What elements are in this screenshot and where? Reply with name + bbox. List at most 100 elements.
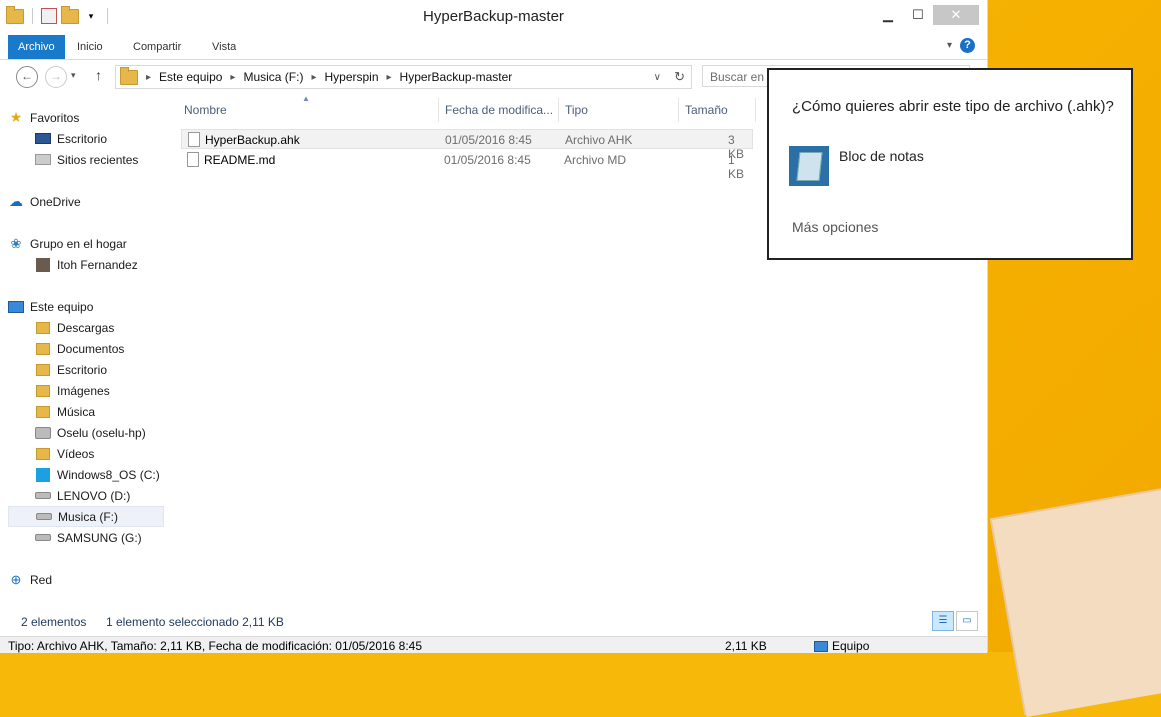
sidebar-item-escritorio[interactable]: Escritorio xyxy=(35,128,163,149)
sidebar-item-label: Musica (F:) xyxy=(58,509,118,524)
ribbon-controls: ▾ ? xyxy=(947,38,975,53)
large-icons-view-button[interactable]: ▭ xyxy=(956,611,978,631)
music-folder-icon xyxy=(35,405,51,419)
sidebar-item-musica[interactable]: Música xyxy=(35,401,163,422)
sidebar-item-label: Este equipo xyxy=(30,299,94,314)
sidebar-item-label: Red xyxy=(30,572,53,587)
column-divider[interactable] xyxy=(755,98,756,122)
notepad-icon xyxy=(789,146,829,186)
file-name: README.md xyxy=(204,153,276,167)
open-with-question: ¿Cómo quieres abrir este tipo de archivo… xyxy=(792,98,1114,115)
tab-vista[interactable]: Vista xyxy=(202,35,246,59)
file-size-text: 2,11 KB xyxy=(725,639,767,653)
chevron-right-icon[interactable]: ▸ xyxy=(311,72,316,83)
cloud-icon: ☁ xyxy=(9,193,23,209)
close-button[interactable]: ✕ xyxy=(933,5,979,25)
window-controls: ▁ ☐ ✕ xyxy=(873,5,979,25)
sidebar-item-grupo-hogar[interactable]: ❀ Grupo en el hogar xyxy=(8,233,163,254)
sidebar-item-descargas[interactable]: Descargas xyxy=(35,317,163,338)
file-icon xyxy=(187,152,199,167)
desktop-icon xyxy=(35,132,51,146)
address-bar[interactable]: ▸ Este equipo ▸ Musica (F:) ▸ Hyperspin … xyxy=(115,65,692,89)
tab-inicio[interactable]: Inicio xyxy=(67,35,113,59)
sidebar-item-drive-c[interactable]: Windows8_OS (C:) xyxy=(35,464,163,485)
app-option-notepad[interactable]: Bloc de notas xyxy=(789,146,924,186)
sidebar-item-label: Escritorio xyxy=(57,131,108,146)
sidebar-item-imagenes[interactable]: Imágenes xyxy=(35,380,163,401)
ribbon-tabs: Archivo Inicio Compartir Vista ▾ ? xyxy=(0,35,987,60)
sidebar-item-drive-d[interactable]: LENOVO (D:) xyxy=(35,485,163,506)
drive-icon xyxy=(35,489,51,503)
sidebar-item-escritorio-pc[interactable]: Escritorio xyxy=(35,359,163,380)
computer-icon xyxy=(8,300,24,314)
expand-ribbon-icon[interactable]: ▾ xyxy=(947,40,952,51)
sidebar-item-videos[interactable]: Vídeos xyxy=(35,443,163,464)
location-label: Equipo xyxy=(832,639,870,653)
breadcrumb-hyperbackup-master[interactable]: HyperBackup-master xyxy=(400,70,513,84)
user-avatar-icon xyxy=(35,257,51,272)
item-count: 2 elementos xyxy=(21,615,87,629)
sidebar-item-label: Descargas xyxy=(57,320,115,335)
table-row[interactable]: README.md 01/05/2016 8:45 Archivo MD 1 K… xyxy=(181,150,753,181)
file-date: 01/05/2016 8:45 xyxy=(444,153,531,167)
sidebar-item-label: Favoritos xyxy=(30,110,80,125)
back-button[interactable]: ← xyxy=(16,66,38,88)
desktop-paper-decoration xyxy=(992,481,1161,717)
sidebar-item-sitios-recientes[interactable]: Sitios recientes xyxy=(35,149,163,170)
sidebar-item-label: Sitios recientes xyxy=(57,152,139,167)
up-button[interactable]: ↑ xyxy=(95,67,102,83)
tab-archivo[interactable]: Archivo xyxy=(8,35,65,59)
column-divider[interactable] xyxy=(678,98,679,122)
recent-places-icon xyxy=(35,153,51,167)
tab-compartir[interactable]: Compartir xyxy=(123,35,191,59)
documents-folder-icon xyxy=(35,342,51,356)
breadcrumb-este-equipo[interactable]: Este equipo xyxy=(159,70,222,84)
column-divider[interactable] xyxy=(438,98,439,122)
forward-button[interactable]: → xyxy=(45,66,67,88)
recent-locations-icon[interactable]: ▾ xyxy=(71,70,76,81)
column-header-nombre[interactable]: Nombre xyxy=(184,98,227,122)
column-divider[interactable] xyxy=(558,98,559,122)
sidebar-item-onedrive[interactable]: ☁ OneDrive xyxy=(8,191,163,212)
sidebar-item-drive-f[interactable]: Musica (F:) xyxy=(8,506,164,527)
sidebar-item-oselu[interactable]: Oselu (oselu-hp) xyxy=(35,422,163,443)
column-header-tipo[interactable]: Tipo xyxy=(565,98,588,122)
videos-folder-icon xyxy=(35,447,51,461)
sidebar-item-label: Windows8_OS (C:) xyxy=(57,467,160,482)
star-icon: ★ xyxy=(9,109,23,125)
sort-ascending-icon: ▲ xyxy=(302,94,310,103)
more-options-link[interactable]: Más opciones xyxy=(792,219,878,235)
sidebar-item-este-equipo[interactable]: Este equipo xyxy=(8,296,163,317)
column-header-tamano[interactable]: Tamaño xyxy=(685,98,728,122)
address-dropdown-icon[interactable]: ∨ xyxy=(654,72,661,83)
file-icon xyxy=(188,132,200,147)
sidebar-item-label: Oselu (oselu-hp) xyxy=(57,425,146,440)
chevron-right-icon[interactable]: ▸ xyxy=(387,72,392,83)
help-icon[interactable]: ? xyxy=(960,38,975,53)
navigation-pane: ★ Favoritos Escritorio Sitios recientes ☁… xyxy=(0,100,165,605)
table-row[interactable]: HyperBackup.ahk 01/05/2016 8:45 Archivo … xyxy=(181,129,753,161)
breadcrumb-hyperspin[interactable]: Hyperspin xyxy=(324,70,378,84)
sidebar-item-favoritos[interactable]: ★ Favoritos xyxy=(8,107,163,128)
title-bar: ▾ HyperBackup-master ▁ ☐ ✕ xyxy=(0,0,987,35)
refresh-icon[interactable]: ↻ xyxy=(674,69,685,85)
view-toggle: ☰ ▭ xyxy=(932,611,978,631)
minimize-button[interactable]: ▁ xyxy=(873,5,903,25)
chevron-right-icon[interactable]: ▸ xyxy=(230,72,235,83)
maximize-button[interactable]: ☐ xyxy=(903,5,933,25)
sidebar-item-label: Itoh Fernandez xyxy=(57,257,138,272)
network-device-icon xyxy=(35,426,51,440)
file-name: HyperBackup.ahk xyxy=(205,133,300,147)
sidebar-item-itoh-fernandez[interactable]: Itoh Fernandez xyxy=(35,254,163,275)
column-header-fecha[interactable]: Fecha de modifica... xyxy=(445,98,553,122)
open-with-flyout: ¿Cómo quieres abrir este tipo de archivo… xyxy=(767,68,1133,260)
sidebar-item-drive-g[interactable]: SAMSUNG (G:) xyxy=(35,527,163,548)
details-view-button[interactable]: ☰ xyxy=(932,611,954,631)
network-icon: ⊕ xyxy=(10,571,22,587)
sidebar-item-documentos[interactable]: Documentos xyxy=(35,338,163,359)
chevron-right-icon[interactable]: ▸ xyxy=(146,72,151,83)
window-title: HyperBackup-master xyxy=(423,8,564,25)
breadcrumb-musica[interactable]: Musica (F:) xyxy=(243,70,303,84)
file-type: Archivo MD xyxy=(564,153,627,167)
sidebar-item-red[interactable]: ⊕ Red xyxy=(8,569,163,590)
